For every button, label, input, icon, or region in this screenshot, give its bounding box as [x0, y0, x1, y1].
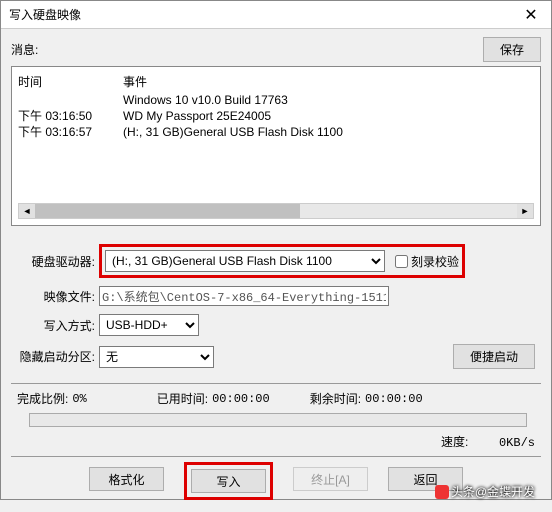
col-event-header: 事件	[123, 73, 534, 90]
remain-label: 剩余时间:	[310, 390, 361, 407]
progress-label: 完成比例:	[17, 390, 68, 407]
drive-select[interactable]: (H:, 31 GB)General USB Flash Disk 1100	[105, 250, 385, 272]
elapsed-value: 00:00:00	[212, 392, 270, 406]
progress-value: 0%	[72, 392, 86, 406]
drive-label: 硬盘驱动器:	[17, 253, 99, 270]
log-row: 下午 03:16:57 (H:, 31 GB)General USB Flash…	[18, 124, 534, 140]
watermark: 头条@金蝶开发	[435, 483, 535, 500]
log-panel: 时间 事件 Windows 10 v10.0 Build 17763 下午 03…	[11, 66, 541, 226]
col-time-header: 时间	[18, 73, 123, 90]
write-button[interactable]: 写入	[191, 469, 266, 493]
speed-label: 速度:	[441, 435, 468, 449]
burn-check-label[interactable]: 刻录校验	[391, 252, 459, 271]
hidden-part-select[interactable]: 无	[99, 346, 214, 368]
log-row: 下午 03:16:50 WD My Passport 25E24005	[18, 108, 534, 124]
scroll-thumb[interactable]	[35, 204, 300, 218]
elapsed-label: 已用时间:	[157, 390, 208, 407]
abort-button: 终止[A]	[293, 467, 368, 491]
save-button[interactable]: 保存	[483, 37, 541, 62]
window-title: 写入硬盘映像	[9, 6, 511, 23]
portable-boot-button[interactable]: 便捷启动	[453, 344, 535, 369]
message-label: 消息:	[11, 41, 483, 58]
close-button[interactable]: ✕	[511, 1, 551, 29]
log-h-scrollbar[interactable]: ◄ ►	[18, 203, 534, 219]
write-method-select[interactable]: USB-HDD+	[99, 314, 199, 336]
log-row: Windows 10 v10.0 Build 17763	[18, 92, 534, 108]
scroll-left-icon[interactable]: ◄	[19, 204, 35, 218]
burn-check-checkbox[interactable]	[395, 255, 408, 268]
hidden-part-label: 隐藏启动分区:	[17, 348, 99, 365]
method-label: 写入方式:	[17, 317, 99, 334]
image-file-input[interactable]	[99, 286, 389, 306]
remain-value: 00:00:00	[365, 392, 423, 406]
watermark-icon	[435, 485, 449, 499]
format-button[interactable]: 格式化	[89, 467, 164, 491]
speed-value: 0KB/s	[499, 436, 535, 450]
log-body: Windows 10 v10.0 Build 17763 下午 03:16:50…	[18, 92, 534, 201]
scroll-right-icon[interactable]: ►	[517, 204, 533, 218]
progress-bar	[29, 413, 527, 427]
image-label: 映像文件:	[17, 288, 99, 305]
